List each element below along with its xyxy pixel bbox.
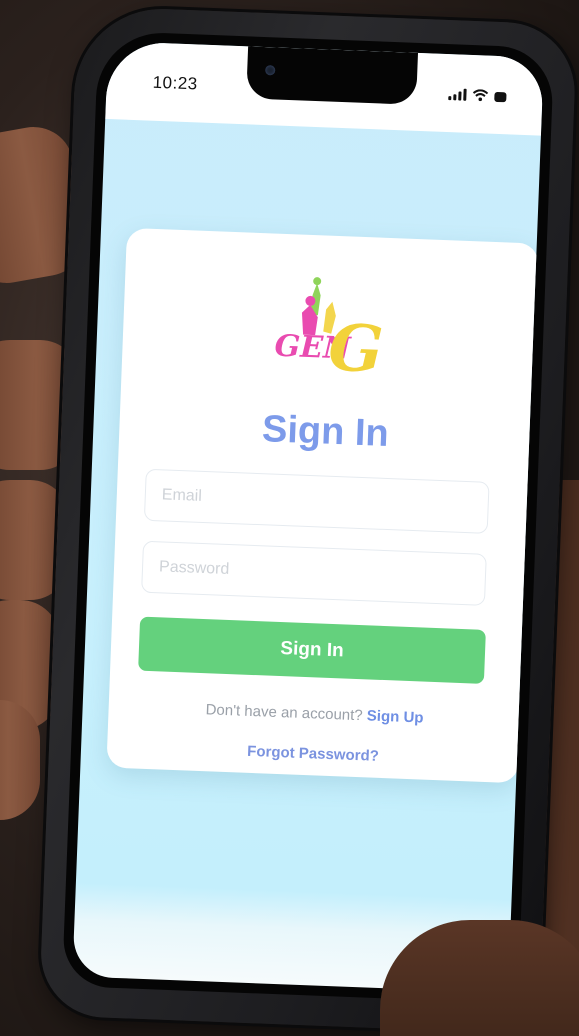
forgot-password-link[interactable]: Forgot Password? bbox=[107, 737, 519, 770]
phone-screen: 10:23 GEN G Sign In Email Sign In Don't … bbox=[72, 40, 544, 994]
password-field[interactable] bbox=[141, 540, 487, 606]
sign-in-button[interactable]: Sign In bbox=[138, 616, 486, 684]
photo-scene: 10:23 GEN G Sign In Email Sign In Don't … bbox=[0, 0, 579, 1036]
phone-device: 10:23 GEN G Sign In Email Sign In Don't … bbox=[38, 5, 578, 1035]
phone-bezel: 10:23 GEN G Sign In Email Sign In Don't … bbox=[61, 30, 555, 1004]
front-camera bbox=[265, 65, 276, 76]
sign-in-card: GEN G Sign In Sign In Don't have an acco… bbox=[106, 227, 539, 784]
status-time: 10:23 bbox=[152, 72, 199, 94]
sign-up-link[interactable]: Sign Up bbox=[367, 707, 424, 726]
signup-prompt: Don't have an account? Sign Up bbox=[108, 697, 520, 730]
no-account-text: Don't have an account? bbox=[205, 701, 364, 725]
status-icons bbox=[448, 88, 507, 103]
svg-text:G: G bbox=[327, 311, 383, 383]
email-field[interactable] bbox=[143, 468, 490, 534]
page-title: Sign In bbox=[261, 408, 390, 456]
finger bbox=[0, 700, 40, 820]
notch bbox=[246, 46, 419, 105]
gen-g-logo: GEN G bbox=[274, 277, 383, 383]
cellular-signal-icon bbox=[448, 88, 467, 101]
status-bar: 10:23 bbox=[105, 40, 544, 136]
wifi-icon bbox=[472, 89, 489, 102]
battery-icon bbox=[494, 91, 507, 103]
